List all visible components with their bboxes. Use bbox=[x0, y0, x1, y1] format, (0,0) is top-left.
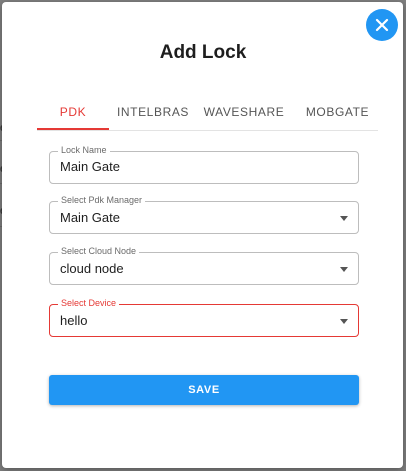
lock-name-input[interactable] bbox=[60, 159, 340, 175]
active-tab-indicator bbox=[37, 128, 109, 130]
device-label: Select Device bbox=[58, 298, 120, 309]
lock-type-tabs: PDK INTELBRAS WAVESHARE MOBGATE bbox=[37, 97, 378, 131]
pdk-manager-label: Select Pdk Manager bbox=[58, 195, 146, 206]
chevron-down-icon[interactable] bbox=[340, 319, 348, 324]
lock-name-field[interactable]: Lock Name bbox=[49, 145, 359, 184]
chevron-down-icon[interactable] bbox=[340, 267, 348, 272]
tab-waveshare[interactable]: WAVESHARE bbox=[201, 97, 287, 129]
cloud-node-label: Select Cloud Node bbox=[58, 246, 140, 257]
save-button[interactable]: SAVE bbox=[49, 375, 359, 405]
tab-pdk[interactable]: PDK bbox=[37, 97, 109, 129]
device-value: hello bbox=[60, 313, 88, 328]
pdk-manager-select[interactable]: Select Pdk Manager Main Gate bbox=[49, 195, 359, 234]
lock-name-label: Lock Name bbox=[58, 145, 110, 156]
dialog-title: Add Lock bbox=[159, 42, 247, 63]
tab-mobgate[interactable]: MOBGATE bbox=[297, 97, 378, 129]
pdk-manager-value: Main Gate bbox=[60, 210, 120, 225]
close-icon bbox=[375, 18, 389, 32]
tab-intelbras[interactable]: INTELBRAS bbox=[115, 97, 191, 129]
cloud-node-value: cloud node bbox=[60, 261, 124, 276]
device-select[interactable]: Select Device hello bbox=[49, 298, 359, 337]
cloud-node-select[interactable]: Select Cloud Node cloud node bbox=[49, 246, 359, 285]
chevron-down-icon[interactable] bbox=[340, 216, 348, 221]
close-button[interactable] bbox=[366, 9, 398, 41]
